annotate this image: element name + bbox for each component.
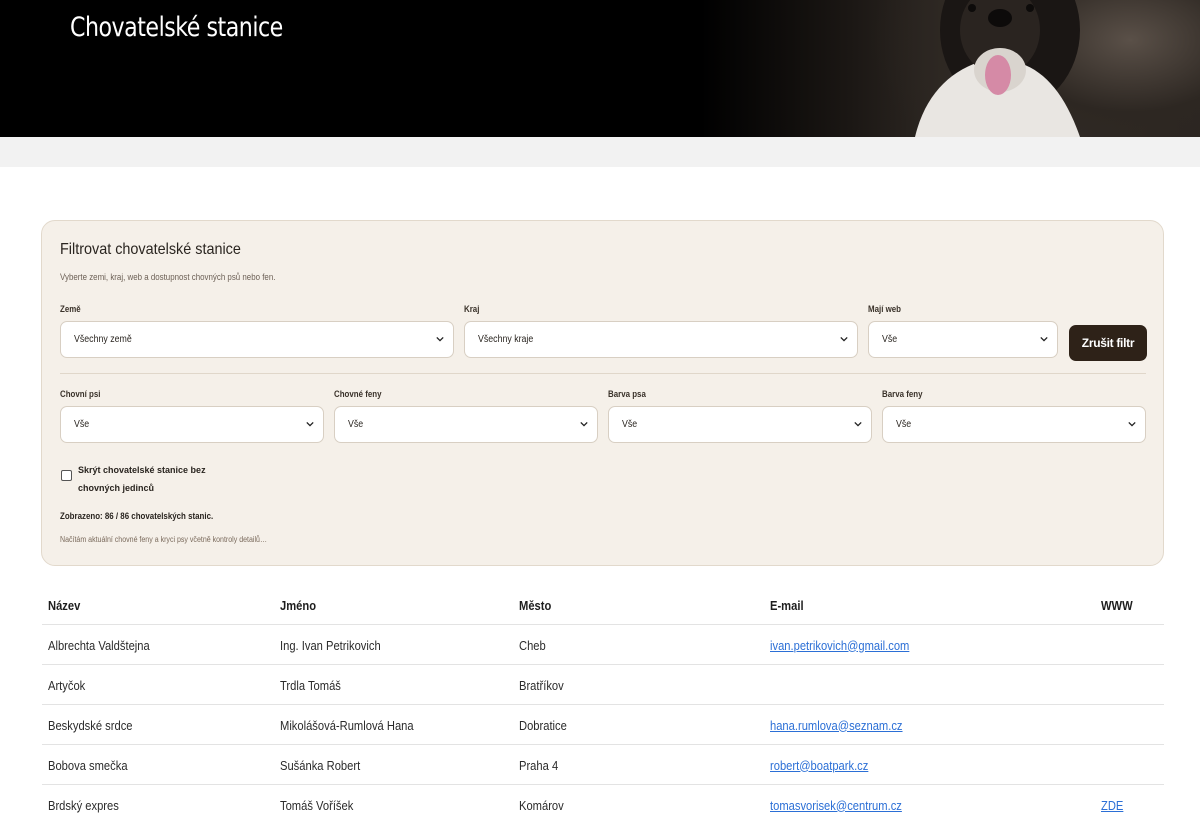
kennel-name: Albrechta Valdštejna: [48, 637, 150, 653]
email-link[interactable]: robert@boatpark.cz: [770, 745, 884, 785]
email-link[interactable]: tomasvorisek@centrum.cz: [770, 785, 923, 823]
bitch-color-select[interactable]: Vše: [882, 406, 1146, 443]
kennel-name: Bobova smečka: [48, 757, 128, 773]
city: Dobratice: [519, 717, 567, 733]
col-header-www: WWW: [1101, 597, 1133, 613]
region-label: Kraj: [464, 304, 480, 314]
dog-photo: [700, 0, 1200, 137]
filter-panel: Filtrovat chovatelské stanice Vyberte ze…: [41, 220, 1164, 566]
owner-name: Sušánka Robert: [280, 757, 361, 773]
chevron-down-icon: [580, 421, 588, 427]
table-row: Bobova smečka Sušánka Robert Praha 4 rob…: [42, 745, 1164, 785]
hide-empty-checkbox[interactable]: [61, 470, 72, 481]
filter-title: Filtrovat chovatelské stanice: [60, 241, 241, 258]
email-link[interactable]: ivan.petrikovich@gmail.com: [770, 625, 932, 665]
col-header-city: Město: [519, 597, 552, 613]
dog-color-select[interactable]: Vše: [608, 406, 872, 443]
col-header-email: E-mail: [770, 597, 804, 613]
males-select-value: Vše: [74, 419, 90, 430]
males-label: Chovní psi: [60, 389, 101, 399]
kennel-name: Brdský expres: [48, 797, 119, 813]
web-label: Mají web: [868, 304, 902, 314]
females-label: Chovné feny: [334, 389, 382, 399]
city: Komárov: [519, 797, 564, 813]
filter-subtitle: Vyberte zemi, kraj, web a dostupnost cho…: [60, 272, 276, 282]
owner-name: Trdla Tomáš: [280, 677, 341, 693]
col-header-owner: Jméno: [280, 597, 317, 613]
females-select[interactable]: Vše: [334, 406, 598, 443]
city: Praha 4: [519, 757, 559, 773]
males-select[interactable]: Vše: [60, 406, 324, 443]
kennels-table: Název Jméno Město E-mail WWW Albrechta V…: [42, 585, 1164, 823]
city: Bratříkov: [519, 677, 564, 693]
hide-empty-label[interactable]: Skrýt chovatelské stanice bez chovných j…: [78, 461, 208, 497]
females-select-value: Vše: [348, 419, 364, 430]
col-header-name: Název: [48, 597, 81, 613]
hero-banner: Chovatelské stanice: [0, 0, 1200, 137]
table-header: Název Jméno Město E-mail WWW: [42, 585, 1164, 625]
bitch-color-label: Barva feny: [882, 389, 923, 399]
country-label: Země: [60, 304, 81, 314]
email-link[interactable]: hana.rumlova@seznam.cz: [770, 705, 924, 745]
table-row: Beskydské srdce Mikolášová-Rumlová Hana …: [42, 705, 1164, 745]
chevron-down-icon: [436, 336, 444, 342]
region-select-value: Všechny kraje: [478, 334, 534, 345]
bitch-color-select-value: Vše: [896, 419, 912, 430]
page-title: Chovatelské stanice: [70, 12, 283, 43]
region-select[interactable]: Všechny kraje: [464, 321, 858, 358]
chevron-down-icon: [854, 421, 862, 427]
kennel-name: Beskydské srdce: [48, 717, 133, 733]
chevron-down-icon: [840, 336, 848, 342]
country-select-value: Všechny země: [74, 334, 132, 345]
owner-name: Mikolášová-Rumlová Hana: [280, 717, 414, 733]
chevron-down-icon: [306, 421, 314, 427]
www-link[interactable]: ZDE: [1101, 785, 1127, 823]
owner-name: Ing. Ivan Petrikovich: [280, 637, 381, 653]
web-select[interactable]: Vše: [868, 321, 1058, 358]
loading-status: Načítám aktuální chovné feny a kryci psy…: [60, 535, 268, 544]
dog-color-select-value: Vše: [622, 419, 638, 430]
chevron-down-icon: [1040, 336, 1048, 342]
chevron-down-icon: [1128, 421, 1136, 427]
table-row: Artyčok Trdla Tomáš Bratříkov: [42, 665, 1164, 705]
dog-color-label: Barva psa: [608, 389, 646, 399]
kennel-name: Artyčok: [48, 677, 86, 693]
clear-filter-button[interactable]: Zrušit filtr: [1069, 325, 1147, 361]
header-band: [0, 137, 1200, 167]
table-row: Brdský expres Tomáš Voříšek Komárov toma…: [42, 785, 1164, 823]
filter-divider: [60, 373, 1146, 374]
table-row: Albrechta Valdštejna Ing. Ivan Petrikovi…: [42, 625, 1164, 665]
owner-name: Tomáš Voříšek: [280, 797, 354, 813]
dog-illustration: [915, 0, 1080, 137]
result-count: Zobrazeno: 86 / 86 chovatelských stanic.: [60, 511, 214, 521]
city: Cheb: [519, 637, 546, 653]
country-select[interactable]: Všechny země: [60, 321, 454, 358]
web-select-value: Vše: [882, 334, 898, 345]
